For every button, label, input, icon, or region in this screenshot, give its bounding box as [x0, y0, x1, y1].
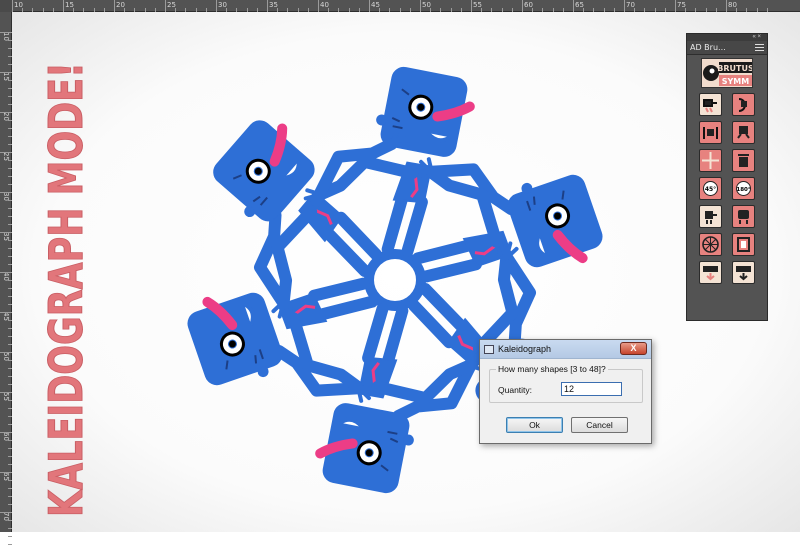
svg-text:BRUTUS: BRUTUS — [717, 64, 753, 73]
ruler-tick — [216, 0, 217, 12]
ruler-tick — [471, 0, 472, 12]
ruler-tick — [0, 312, 12, 313]
trash-brush[interactable] — [732, 149, 755, 172]
headline-text: KALEIDOGRAPH MODE! — [39, 62, 94, 518]
ruler-tick — [369, 0, 370, 12]
ruler-tick — [8, 536, 12, 537]
quantity-input[interactable] — [561, 382, 622, 396]
shapes-groupbox: How many shapes [3 to 48]? Quantity: — [489, 364, 643, 403]
figure-brush-2[interactable] — [732, 93, 755, 116]
ruler-tick — [0, 112, 12, 113]
frame-icon[interactable] — [732, 233, 755, 256]
figure-brush-1[interactable] — [699, 93, 722, 116]
dialog-title: Kaleidograph — [498, 344, 552, 354]
ruler-tick — [0, 432, 12, 433]
svg-text:SYMM: SYMM — [722, 77, 750, 86]
svg-text:KALEIDOGRAPH MODE!: KALEIDOGRAPH MODE! — [39, 62, 93, 517]
ruler-tick — [522, 0, 523, 12]
ruler-tick — [267, 0, 268, 12]
kaleidoscope-artwork — [12, 12, 800, 532]
figure-brush-3[interactable] — [699, 121, 722, 144]
brushes-panel: « × AD Bru... BRUTUS SYMM 45° 180° — [686, 33, 768, 321]
panel-tab[interactable]: AD Bru... — [687, 41, 767, 55]
ruler-origin[interactable] — [0, 0, 12, 12]
dialog-titlebar[interactable]: Kaleidograph X — [480, 340, 651, 359]
ruler-tick — [675, 0, 676, 12]
artboard[interactable]: KALEIDOGRAPH MODE! — [12, 12, 800, 532]
ruler-tick — [63, 0, 64, 12]
ruler-tick — [0, 32, 12, 33]
svg-text:180°: 180° — [736, 187, 750, 193]
ruler-tick — [573, 0, 574, 12]
close-button[interactable]: X — [620, 342, 647, 355]
quantity-label: Quantity: — [498, 385, 533, 395]
ruler-tick — [318, 0, 319, 12]
kaleidograph-icon[interactable] — [699, 233, 722, 256]
figure-brush-4[interactable] — [732, 121, 755, 144]
ruler-tick — [624, 0, 625, 12]
export-icon-1[interactable] — [699, 261, 722, 284]
figure-brush-6[interactable] — [732, 205, 755, 228]
ok-button[interactable]: Ok — [506, 417, 563, 433]
ruler-tick — [420, 0, 421, 12]
collapse-icon[interactable]: « × — [752, 34, 761, 41]
ruler-tick — [0, 392, 12, 393]
horizontal-ruler: 10 15 20 25 30 35 40 45 50 55 60 65 70 75 80 — [0, 0, 800, 12]
ruler-tick — [12, 0, 13, 12]
panel-titlebar[interactable]: « × — [687, 34, 767, 41]
ruler-tick — [726, 0, 727, 12]
cancel-button[interactable]: Cancel — [571, 417, 628, 433]
ruler-tick — [165, 0, 166, 12]
ruler-tick — [0, 472, 12, 473]
brush-grid: 45° 180° — [687, 93, 767, 284]
ruler-tick — [0, 192, 12, 193]
ruler-tick — [114, 0, 115, 12]
export-icon-2[interactable] — [732, 261, 755, 284]
ruler-tick — [0, 152, 12, 153]
svg-text:45°: 45° — [705, 186, 716, 193]
grid-brush[interactable] — [699, 149, 722, 172]
kaleidograph-dialog: Kaleidograph X How many shapes [3 to 48]… — [479, 339, 652, 444]
ruler-tick — [0, 272, 12, 273]
ruler-tick — [0, 352, 12, 353]
ruler-tick — [0, 72, 12, 73]
group-label: How many shapes [3 to 48]? — [496, 364, 608, 374]
rotate-45-icon[interactable]: 45° — [699, 177, 722, 200]
window-icon — [484, 344, 494, 354]
panel-menu-icon[interactable] — [755, 44, 764, 51]
brutus-symm-logo: BRUTUS SYMM — [701, 58, 753, 88]
ruler-tick — [0, 512, 12, 513]
ruler-tick — [0, 232, 12, 233]
figure-brush-5[interactable] — [699, 205, 722, 228]
rotate-180-icon[interactable]: 180° — [732, 177, 755, 200]
vertical-ruler: 10 15 20 25 30 35 40 45 50 55 60 65 70 — [0, 12, 12, 545]
panel-tab-label: AD Bru... — [690, 43, 726, 52]
